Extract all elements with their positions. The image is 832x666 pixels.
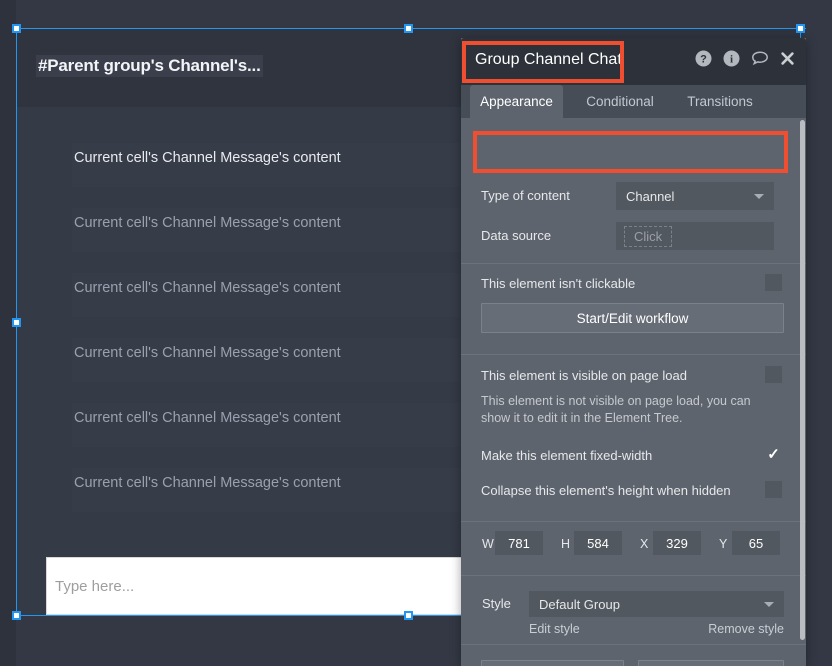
visible-on-load-label: This element is visible on page load <box>481 368 687 383</box>
x-input[interactable]: 329 <box>653 531 701 555</box>
fixed-width-checkbox[interactable]: ✓ <box>765 446 782 463</box>
x-value: 329 <box>666 535 688 551</box>
clickable-checkbox[interactable] <box>765 274 782 291</box>
svg-text:i: i <box>730 54 733 66</box>
close-icon[interactable] <box>779 50 796 67</box>
clickable-row: This element isn't clickable <box>461 272 791 296</box>
type-of-content-row: Type of content Channel <box>461 182 791 210</box>
panel-titlebar: Group Channel Chat ? i <box>461 38 806 85</box>
panel-title: Group Channel Chat <box>475 51 622 68</box>
fixed-width-label: Make this element fixed-width <box>481 448 653 463</box>
tab-conditional-label: Conditional <box>586 94 654 109</box>
chevron-down-icon <box>754 194 764 199</box>
selection-handle-bottom-center[interactable] <box>404 611 413 620</box>
y-value: 65 <box>748 535 764 551</box>
tab-transitions-label: Transitions <box>687 94 753 109</box>
check-icon: ✓ <box>767 446 780 463</box>
start-edit-workflow-button[interactable]: Start/Edit workflow <box>481 303 784 333</box>
selection-handle-top-left[interactable] <box>12 24 21 33</box>
type-of-content-dropdown[interactable]: Channel <box>616 182 774 210</box>
collapse-height-row: Collapse this element's height when hidd… <box>461 479 791 503</box>
tab-appearance[interactable]: Appearance <box>470 85 563 118</box>
style-value: Default Group <box>539 596 620 612</box>
message-input-placeholder: Type here... <box>55 578 135 595</box>
collapse-height-checkbox[interactable] <box>765 481 782 498</box>
panel-title-icons: ? i <box>695 50 796 67</box>
selection-handle-top-right[interactable] <box>796 24 805 33</box>
divider <box>461 521 806 522</box>
style-dropdown[interactable]: Default Group <box>529 591 784 617</box>
data-source-value-box[interactable]: Click <box>616 222 774 250</box>
tab-conditional[interactable]: Conditional <box>577 85 663 118</box>
message-text: Current cell's Channel Message's content <box>74 215 341 231</box>
tab-transitions[interactable]: Transitions <box>677 85 763 118</box>
panel-body: Type of content Channel Data source Clic… <box>461 118 806 666</box>
remove-style-link[interactable]: Remove style <box>708 622 784 636</box>
height-label: H <box>561 537 571 551</box>
data-source-label: Data source <box>481 228 552 243</box>
property-editor-panel: Group Channel Chat ? i Appearance Condit… <box>461 38 806 666</box>
divider <box>461 354 806 355</box>
selection-handle-bottom-left[interactable] <box>12 611 21 620</box>
type-of-content-value: Channel <box>626 188 675 204</box>
divider <box>461 644 806 645</box>
height-input[interactable]: 584 <box>574 531 622 555</box>
divider <box>461 263 806 264</box>
chevron-down-icon <box>764 602 774 607</box>
info-icon[interactable]: i <box>723 50 740 67</box>
delete-button[interactable]: Delete <box>638 660 784 666</box>
visible-on-load-hint: This element is not visible on page load… <box>481 394 751 425</box>
data-source-row: Data source Click <box>461 222 791 250</box>
message-text: Current cell's Channel Message's content <box>74 410 341 426</box>
collapse-height-label: Collapse this element's height when hidd… <box>481 483 731 498</box>
svg-text:?: ? <box>700 54 707 66</box>
y-label: Y <box>719 537 728 551</box>
selection-handle-middle-left[interactable] <box>12 318 21 327</box>
help-icon[interactable]: ? <box>695 50 712 67</box>
data-source-click-placeholder: Click <box>624 225 673 247</box>
start-edit-workflow-label: Start/Edit workflow <box>576 310 689 326</box>
message-text: Current cell's Channel Message's content <box>74 280 341 296</box>
visible-on-load-checkbox[interactable] <box>765 366 782 383</box>
visible-on-load-row: This element is visible on page load <box>461 364 791 388</box>
height-value: 584 <box>587 535 609 551</box>
edit-style-link[interactable]: Edit style <box>529 622 580 636</box>
style-label: Style <box>482 596 511 611</box>
replace-button[interactable]: Replace <box>481 660 624 666</box>
x-label: X <box>640 537 649 551</box>
width-input[interactable]: 781 <box>495 531 543 555</box>
message-text: Current cell's Channel Message's content <box>74 345 341 361</box>
canvas-left-gutter <box>0 0 16 666</box>
tab-appearance-label: Appearance <box>480 94 553 109</box>
fixed-width-row: Make this element fixed-width ✓ <box>461 444 791 468</box>
divider <box>461 575 806 576</box>
chat-group-title: #Parent group's Channel's... <box>36 55 263 77</box>
panel-scrollbar[interactable] <box>800 120 805 640</box>
message-text: Current cell's Channel Message's content <box>74 475 341 491</box>
style-row: Style Default Group <box>461 591 791 617</box>
width-value: 781 <box>508 535 530 551</box>
panel-tabs: Appearance Conditional Transitions <box>461 85 806 118</box>
app-root: #Parent group's Channel's... Current cel… <box>0 0 832 666</box>
clickable-label: This element isn't clickable <box>481 276 636 291</box>
comment-icon[interactable] <box>751 50 768 67</box>
selection-handle-top-center[interactable] <box>404 24 413 33</box>
message-input-field[interactable]: Type here... <box>46 557 516 615</box>
dimensions-row: W 781 H 584 X 329 Y 65 <box>461 531 791 559</box>
type-of-content-label: Type of content <box>481 188 570 203</box>
width-label: W <box>482 537 494 551</box>
y-input[interactable]: 65 <box>732 531 780 555</box>
message-text: Current cell's Channel Message's content <box>74 150 341 166</box>
